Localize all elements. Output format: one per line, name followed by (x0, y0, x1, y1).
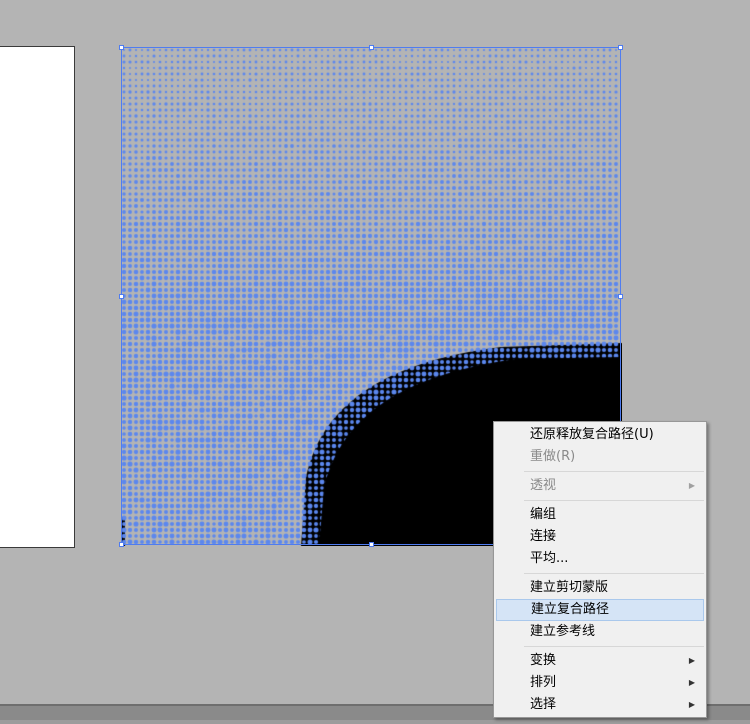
menu-item-select[interactable]: 选择 ▶ (496, 694, 704, 716)
menu-item-label: 还原释放复合路径(U) (530, 427, 654, 442)
menu-item-label: 排列 (530, 675, 557, 690)
menu-item-make-compound-path[interactable]: 建立复合路径 (496, 599, 704, 621)
resize-handle-bottom-center[interactable] (369, 542, 374, 547)
menu-separator (524, 573, 704, 574)
menu-item-label: 平均... (530, 551, 569, 566)
menu-item-undo-release-compound-path[interactable]: 还原释放复合路径(U) (496, 424, 704, 446)
menu-item-arrange[interactable]: 排列 ▶ (496, 672, 704, 694)
menu-item-make-clipping-mask[interactable]: 建立剪切蒙版 (496, 577, 704, 599)
menu-item-label: 建立参考线 (530, 624, 596, 639)
menu-item-label: 编组 (530, 507, 557, 522)
menu-separator (524, 471, 704, 472)
menu-item-label: 变换 (530, 653, 557, 668)
menu-item-redo[interactable]: 重做(R) (496, 446, 704, 468)
menu-item-label: 透视 (530, 478, 557, 493)
menu-item-average[interactable]: 平均... (496, 548, 704, 570)
resize-handle-top-right[interactable] (618, 45, 623, 50)
triangle-right-icon: ▶ (688, 481, 695, 490)
menu-item-perspective[interactable]: 透视 ▶ (496, 475, 704, 497)
resize-handle-top-center[interactable] (369, 45, 374, 50)
resize-handle-bottom-left[interactable] (119, 542, 124, 547)
horizontal-scrollbar[interactable] (0, 720, 750, 724)
resize-handle-middle-left[interactable] (119, 294, 124, 299)
triangle-right-icon: ▶ (688, 700, 695, 709)
menu-item-label: 连接 (530, 529, 557, 544)
context-menu: 还原释放复合路径(U) 重做(R) 透视 ▶ 编组 连接 平均... 建立剪切蒙… (493, 421, 707, 718)
menu-item-label: 建立剪切蒙版 (530, 580, 609, 595)
menu-item-label: 建立复合路径 (531, 602, 610, 617)
menu-item-join[interactable]: 连接 (496, 526, 704, 548)
resize-handle-middle-right[interactable] (618, 294, 623, 299)
menu-separator (524, 500, 704, 501)
menu-item-label: 选择 (530, 697, 557, 712)
menu-item-label: 重做(R) (530, 449, 576, 464)
menu-item-make-guides[interactable]: 建立参考线 (496, 621, 704, 643)
artboard-page[interactable] (0, 46, 75, 548)
menu-item-transform[interactable]: 变换 ▶ (496, 650, 704, 672)
menu-item-group[interactable]: 编组 (496, 504, 704, 526)
resize-handle-top-left[interactable] (119, 45, 124, 50)
menu-separator (524, 646, 704, 647)
triangle-right-icon: ▶ (688, 678, 695, 687)
triangle-right-icon: ▶ (688, 656, 695, 665)
